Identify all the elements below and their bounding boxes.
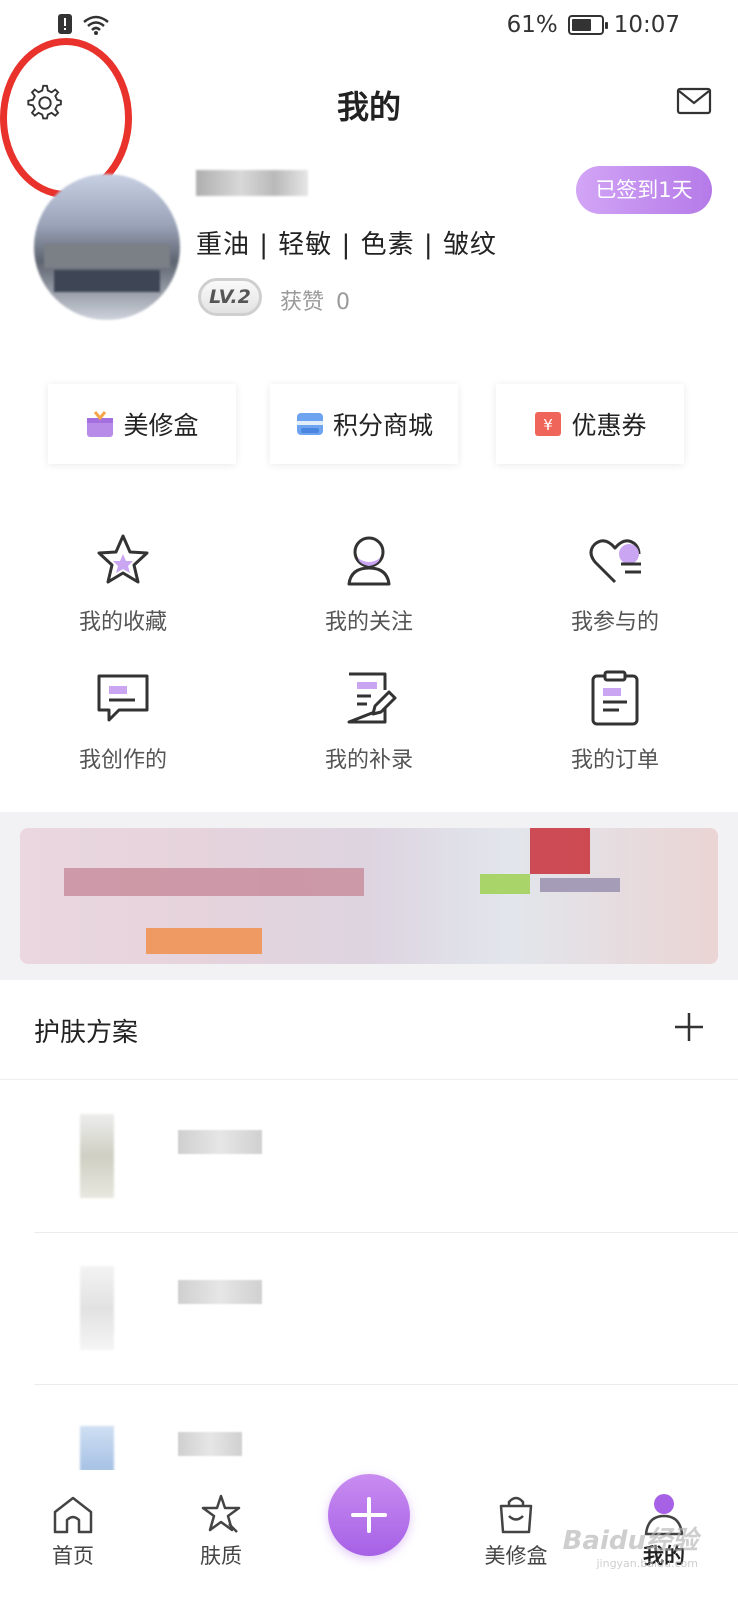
skin-plan-header: 护肤方案 xyxy=(0,980,738,1080)
grid-label: 我参与的 xyxy=(570,610,659,635)
likes-count: 0 xyxy=(336,290,351,315)
heart-icon xyxy=(589,539,641,584)
checkin-button[interactable]: 已签到1天 xyxy=(576,166,712,214)
battery-icon xyxy=(567,15,608,35)
tab-label: 首页 xyxy=(52,1544,94,1568)
skin-plan-item[interactable] xyxy=(34,1080,738,1232)
likes-label: 获赞 xyxy=(280,290,325,315)
mail-icon[interactable] xyxy=(676,86,712,116)
likes-stat: 获赞 0 xyxy=(280,284,350,316)
grid-item-participated[interactable]: 我参与的 xyxy=(492,530,738,636)
coupon-icon: ¥ xyxy=(535,412,562,436)
skin-plan-item[interactable] xyxy=(34,1232,738,1384)
grid-item-supplement[interactable]: 我的补录 xyxy=(246,668,492,774)
card-label: 优惠券 xyxy=(571,411,647,440)
alert-icon xyxy=(58,14,72,34)
level-badge: LV.2 xyxy=(198,278,262,316)
tab-label: 美修盒 xyxy=(484,1544,548,1568)
star-icon xyxy=(97,534,149,584)
tab-beauty-box[interactable]: 美修盒 xyxy=(456,1492,576,1570)
chat-bubble-icon xyxy=(97,674,149,722)
grid-label: 我的收藏 xyxy=(78,610,167,635)
username-blurred xyxy=(196,170,308,196)
battery-percent: 61% xyxy=(506,12,558,38)
top-header: 我的 xyxy=(0,66,738,138)
plus-icon xyxy=(351,1497,387,1533)
avatar[interactable] xyxy=(34,174,180,320)
watermark-url: jingyan.baidu.com xyxy=(596,1557,698,1570)
card-coupons[interactable]: ¥ 优惠券 xyxy=(496,384,684,464)
bag-icon xyxy=(499,1496,533,1534)
wifi-icon xyxy=(83,15,109,35)
store-icon xyxy=(296,413,323,435)
tab-skin[interactable]: 肤质 xyxy=(161,1492,281,1570)
grid-item-favorites[interactable]: 我的收藏 xyxy=(0,530,246,636)
tab-home[interactable]: 首页 xyxy=(13,1492,133,1570)
tab-label: 肤质 xyxy=(200,1544,242,1568)
clipboard-icon xyxy=(591,670,639,726)
grid-item-created[interactable]: 我创作的 xyxy=(0,668,246,774)
edit-note-icon xyxy=(347,672,397,724)
create-post-button[interactable] xyxy=(328,1474,410,1556)
skin-type-tags[interactable]: 重油 | 轻敏 | 色素 | 皱纹 xyxy=(196,224,497,261)
plus-icon[interactable] xyxy=(672,1010,706,1044)
svg-text:¥: ¥ xyxy=(544,416,554,434)
watermark-brand: Baidu经验 xyxy=(562,1526,698,1556)
grid-label: 我的关注 xyxy=(324,610,413,635)
card-label: 积分商城 xyxy=(332,411,433,440)
card-points-mall[interactable]: 积分商城 xyxy=(270,384,458,464)
quick-cards: 美修盒 积分商城 ¥ 优惠券 xyxy=(48,384,690,464)
grid-item-orders[interactable]: 我的订单 xyxy=(492,668,738,774)
skin-plan-title: 护肤方案 xyxy=(34,1018,139,1048)
banner-area xyxy=(0,812,738,980)
grid-label: 我的补录 xyxy=(324,748,413,773)
person-icon xyxy=(347,536,391,586)
grid-label: 我的订单 xyxy=(570,748,659,773)
grid-label: 我创作的 xyxy=(78,748,167,773)
clock: 10:07 xyxy=(613,12,680,38)
watermark: Baidu经验 jingyan.baidu.com xyxy=(563,1520,698,1570)
card-label: 美修盒 xyxy=(123,411,199,440)
page-title: 我的 xyxy=(336,88,401,126)
grid-item-following[interactable]: 我的关注 xyxy=(246,530,492,636)
skin-star-icon xyxy=(201,1494,241,1533)
home-icon xyxy=(53,1496,93,1534)
card-beauty-box[interactable]: 美修盒 xyxy=(48,384,236,464)
status-bar: 61% 10:07 xyxy=(0,0,738,56)
gift-box-icon xyxy=(87,411,114,437)
promo-banner[interactable] xyxy=(20,828,718,964)
